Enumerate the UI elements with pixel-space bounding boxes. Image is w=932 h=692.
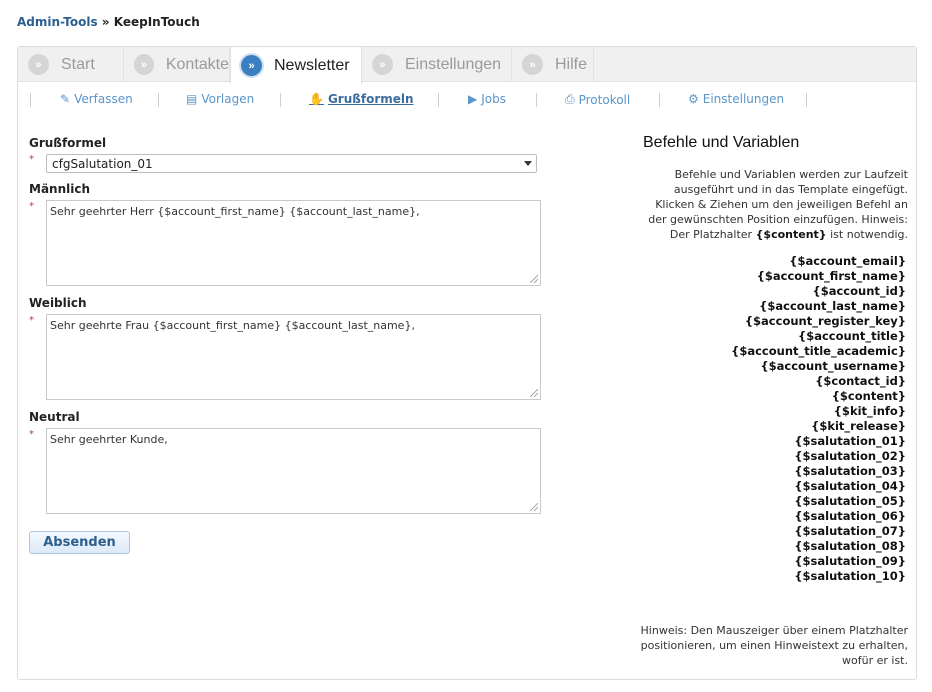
- breadcrumb-current: KeepInTouch: [113, 15, 200, 29]
- variable-item[interactable]: {$salutation_07}: [731, 524, 906, 539]
- variable-item[interactable]: {$salutation_05}: [731, 494, 906, 509]
- subnav-verfassen[interactable]: ✎ Verfassen: [60, 92, 133, 106]
- variable-item[interactable]: {$account_email}: [731, 254, 906, 269]
- variable-list: {$account_email} {$account_first_name} {$a…: [731, 254, 906, 584]
- female-textarea-value: Sehr geehrte Frau {$account_first_name} …: [50, 319, 415, 332]
- subnav-einstellungen[interactable]: ⚙ Einstellungen: [688, 92, 784, 106]
- required-mark: *: [29, 154, 34, 165]
- neutral-label: Neutral: [29, 410, 80, 424]
- variable-item[interactable]: {$contact_id}: [731, 374, 906, 389]
- hint-text: Hinweis: Den Mauszeiger über einem Platz…: [640, 624, 908, 667]
- chevron-right-icon: »: [28, 54, 49, 75]
- subnav-jobs[interactable]: ▶ Jobs: [468, 92, 506, 106]
- submit-button[interactable]: Absenden: [29, 531, 130, 554]
- salutation-label: Grußformel: [29, 136, 107, 150]
- required-mark: *: [29, 315, 34, 326]
- tab-label: Einstellungen: [405, 55, 502, 73]
- subnav-divider: [30, 93, 31, 107]
- variable-item[interactable]: {$kit_release}: [731, 419, 906, 434]
- subnav-protokoll[interactable]: ⎙ Protokoll: [565, 92, 630, 107]
- subnav-label: Einstellungen: [702, 92, 785, 106]
- tab-label: Kontakte: [165, 55, 229, 73]
- required-mark: *: [29, 429, 34, 440]
- required-mark: *: [29, 201, 34, 212]
- tab-kontakte[interactable]: » Kontakte: [124, 47, 230, 82]
- tab-label: Hilfe: [555, 55, 588, 73]
- subnav-grussformeln[interactable]: ✋ Grußformeln: [309, 92, 414, 106]
- content-token: {$content}: [755, 228, 827, 241]
- chevron-right-icon: »: [241, 55, 262, 76]
- breadcrumb-admin-tools[interactable]: Admin-Tools: [17, 15, 98, 29]
- template-icon: ▤: [186, 92, 198, 106]
- subnav-divider: [438, 93, 439, 107]
- subnav-vorlagen[interactable]: ▤ Vorlagen: [186, 92, 254, 106]
- salutation-select-value: cfgSalutation_01: [52, 157, 153, 171]
- tab-start[interactable]: » Start: [18, 47, 124, 82]
- main-panel: » Start » Kontakte » Newsletter » Einste…: [17, 46, 917, 680]
- chevron-right-icon: »: [522, 54, 543, 75]
- variable-item[interactable]: {$account_last_name}: [731, 299, 906, 314]
- variable-item[interactable]: {$account_username}: [731, 359, 906, 374]
- subnav-label: Grußformeln: [327, 92, 414, 106]
- resize-grip-icon[interactable]: [530, 389, 538, 397]
- variable-item[interactable]: {$account_first_name}: [731, 269, 906, 284]
- variable-item[interactable]: {$salutation_03}: [731, 464, 906, 479]
- commands-title: Befehle und Variablen: [643, 134, 800, 151]
- male-textarea-value: Sehr geehrter Herr {$account_first_name}…: [50, 205, 420, 218]
- female-label: Weiblich: [29, 296, 87, 310]
- male-label: Männlich: [29, 182, 91, 196]
- variable-item[interactable]: {$salutation_06}: [731, 509, 906, 524]
- print-icon: ⎙: [565, 92, 575, 106]
- neutral-textarea[interactable]: Sehr geehrter Kunde,: [46, 428, 541, 514]
- variable-item[interactable]: {$salutation_09}: [731, 554, 906, 569]
- edit-icon: ✎: [60, 92, 71, 106]
- variable-item[interactable]: {$account_register_key}: [731, 314, 906, 329]
- variable-item[interactable]: {$salutation_08}: [731, 539, 906, 554]
- variable-item[interactable]: {$account_title}: [731, 329, 906, 344]
- subnav-divider: [280, 93, 281, 107]
- subnav-label: Vorlagen: [201, 92, 255, 106]
- tab-label: Newsletter: [274, 56, 350, 74]
- subnav-divider: [158, 93, 159, 107]
- tab-newsletter[interactable]: » Newsletter: [230, 47, 362, 84]
- subnav-label: Jobs: [481, 92, 506, 106]
- variable-item[interactable]: {$account_id}: [731, 284, 906, 299]
- subnav-divider: [536, 93, 537, 107]
- play-icon: ▶: [468, 92, 478, 106]
- commands-description-suffix: ist notwendig.: [826, 228, 908, 241]
- subnav-label: Protokoll: [578, 92, 631, 107]
- gears-icon: ⚙: [688, 92, 699, 106]
- subnav-label: Verfassen: [74, 92, 133, 106]
- neutral-textarea-value: Sehr geehrter Kunde,: [50, 433, 168, 446]
- breadcrumb: Admin-Tools » KeepInTouch: [17, 15, 200, 29]
- tab-label: Start: [61, 55, 95, 73]
- chevron-right-icon: »: [134, 54, 154, 75]
- subnav-divider: [659, 93, 660, 107]
- salutation-select[interactable]: cfgSalutation_01: [46, 154, 537, 173]
- tab-einstellungen[interactable]: » Einstellungen: [362, 47, 512, 82]
- tab-hilfe[interactable]: » Hilfe: [512, 47, 594, 82]
- variable-item[interactable]: {$salutation_02}: [731, 449, 906, 464]
- commands-description: Befehle und Variablen werden zur Laufzei…: [638, 167, 908, 242]
- hand-icon: ✋: [309, 92, 324, 106]
- resize-grip-icon[interactable]: [530, 503, 538, 511]
- variable-item[interactable]: {$kit_info}: [731, 404, 906, 419]
- male-textarea[interactable]: Sehr geehrter Herr {$account_first_name}…: [46, 200, 541, 286]
- subnav-divider: [806, 93, 807, 107]
- variable-item[interactable]: {$salutation_01}: [731, 434, 906, 449]
- resize-grip-icon[interactable]: [530, 275, 538, 283]
- variable-item[interactable]: {$salutation_04}: [731, 479, 906, 494]
- variable-item[interactable]: {$content}: [731, 389, 906, 404]
- breadcrumb-separator: »: [101, 15, 110, 29]
- female-textarea[interactable]: Sehr geehrte Frau {$account_first_name} …: [46, 314, 541, 400]
- main-tabs: » Start » Kontakte » Newsletter » Einste…: [18, 47, 916, 84]
- variable-item[interactable]: {$salutation_10}: [731, 569, 906, 584]
- chevron-right-icon: »: [372, 54, 393, 75]
- variable-item[interactable]: {$account_title_academic}: [731, 344, 906, 359]
- sub-navigation: ✎ Verfassen ▤ Vorlagen ✋ Grußformeln ▶ J…: [18, 89, 916, 111]
- caret-down-icon: [524, 161, 532, 166]
